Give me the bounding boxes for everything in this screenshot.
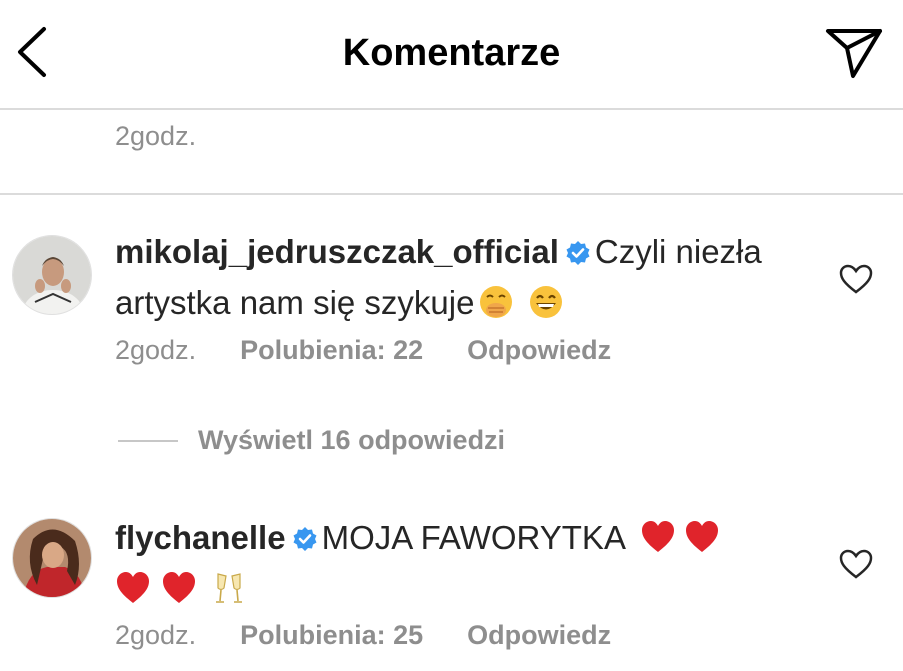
clinking-glasses-icon xyxy=(216,573,242,603)
view-replies-label: Wyświetl 16 odpowiedzi xyxy=(198,425,506,455)
verified-badge-icon xyxy=(566,241,590,265)
comment-time: 2godz. xyxy=(115,620,197,650)
red-heart-icon xyxy=(163,572,195,603)
divider xyxy=(0,193,903,195)
comment-text: MOJA FAWORYTKA xyxy=(321,519,626,556)
comment-username[interactable]: flychanelle xyxy=(115,519,286,556)
like-button[interactable] xyxy=(839,264,873,294)
avatar[interactable] xyxy=(12,235,92,315)
paper-plane-icon xyxy=(826,29,882,78)
reply-button[interactable]: Odpowiedz xyxy=(467,620,611,651)
comment-time: 2godz. xyxy=(115,335,197,365)
view-replies-button[interactable]: Wyświetl 16 odpowiedzi xyxy=(118,425,505,456)
comment-username[interactable]: mikolaj_jedruszczak_official xyxy=(115,233,559,270)
likes-count[interactable]: Polubienia: 25 xyxy=(240,620,423,651)
red-heart-icon xyxy=(117,572,149,603)
comment-meta: 2godz. Polubienia: 22 Odpowiedz xyxy=(115,335,611,366)
comment-meta: 2godz. Polubienia: 25 Odpowiedz xyxy=(115,620,611,651)
heart-outline-icon xyxy=(839,264,873,294)
comments-screen: Komentarze 2godz. mikolaj_jedruszczak_of… xyxy=(0,0,903,671)
comment-timestamp: 2godz. xyxy=(115,121,197,151)
comment-body: flychanelle MOJA FAWORYTKA xyxy=(115,512,805,614)
page-title: Komentarze xyxy=(342,32,561,74)
likes-count[interactable]: Polubienia: 22 xyxy=(240,335,423,366)
verified-badge-icon xyxy=(293,527,317,551)
face-with-hand-over-mouth-icon xyxy=(480,286,513,318)
heart-outline-icon xyxy=(839,549,873,579)
avatar[interactable] xyxy=(12,518,92,598)
red-heart-icon xyxy=(641,521,674,552)
share-button[interactable] xyxy=(825,26,883,80)
replies-line xyxy=(118,439,178,442)
comment-body: mikolaj_jedruszczak_official Czyli niezł… xyxy=(115,226,805,328)
like-button[interactable] xyxy=(839,549,873,579)
red-heart-icon xyxy=(685,521,718,552)
grinning-face-icon xyxy=(530,286,563,318)
header-bar: Komentarze xyxy=(0,0,903,110)
reply-button[interactable]: Odpowiedz xyxy=(467,335,611,366)
